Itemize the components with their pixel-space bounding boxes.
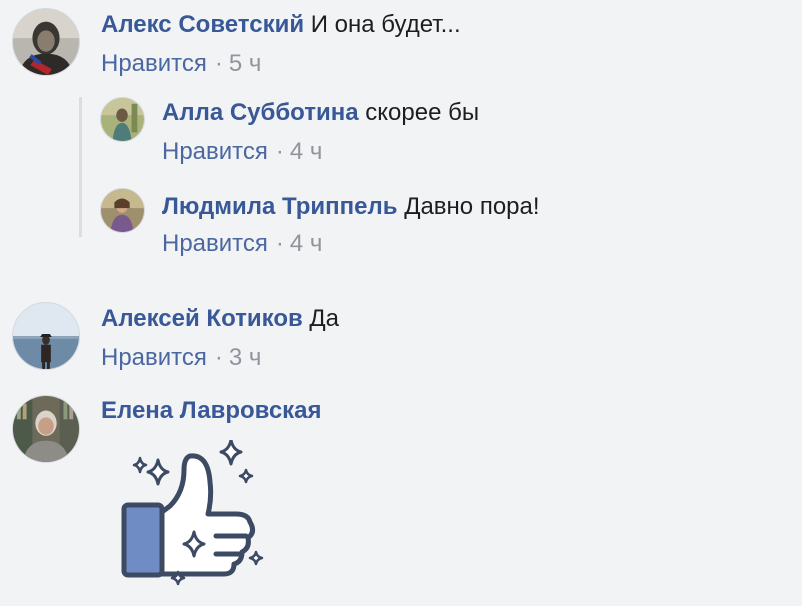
- comment-author[interactable]: Алекс Советский: [101, 11, 304, 38]
- comment-timestamp[interactable]: 4 ч: [290, 230, 323, 257]
- comment-timestamp[interactable]: 5 ч: [229, 50, 262, 77]
- comment-text: скорее бы: [365, 99, 480, 126]
- avatar[interactable]: [100, 188, 145, 233]
- avatar-image: [101, 189, 144, 232]
- avatar[interactable]: [12, 8, 80, 76]
- comment-text: Да: [309, 305, 340, 332]
- meta-separator: ·: [214, 344, 223, 371]
- like-link[interactable]: Нравится: [101, 344, 207, 371]
- like-link[interactable]: Нравится: [162, 138, 268, 165]
- meta-separator: ·: [275, 230, 284, 257]
- like-link[interactable]: Нравится: [101, 50, 207, 77]
- avatar-image: [101, 98, 144, 141]
- comment-author[interactable]: Людмила Триппель: [162, 193, 398, 220]
- avatar-image: [13, 303, 79, 369]
- meta-separator: ·: [275, 138, 284, 165]
- comment-timestamp[interactable]: 4 ч: [290, 138, 323, 165]
- avatar[interactable]: [12, 302, 80, 370]
- meta-separator: ·: [214, 50, 223, 77]
- avatar[interactable]: [100, 97, 145, 142]
- avatar-image: [13, 396, 79, 462]
- comment-author[interactable]: Алла Субботина: [162, 99, 359, 126]
- avatar[interactable]: [12, 395, 80, 463]
- comment-text: Давно пора!: [404, 193, 540, 220]
- reply-thread-line: [79, 97, 82, 237]
- like-link[interactable]: Нравится: [162, 230, 268, 257]
- comment-text: И она будет...: [310, 11, 461, 38]
- comment-author[interactable]: Алексей Котиков: [101, 305, 303, 332]
- thumbs-up-sticker[interactable]: [118, 438, 268, 590]
- comment-author[interactable]: Елена Лавровская: [101, 397, 322, 424]
- comment-timestamp[interactable]: 3 ч: [229, 344, 262, 371]
- thumbs-up-icon: [121, 438, 264, 586]
- avatar-image: [13, 9, 79, 75]
